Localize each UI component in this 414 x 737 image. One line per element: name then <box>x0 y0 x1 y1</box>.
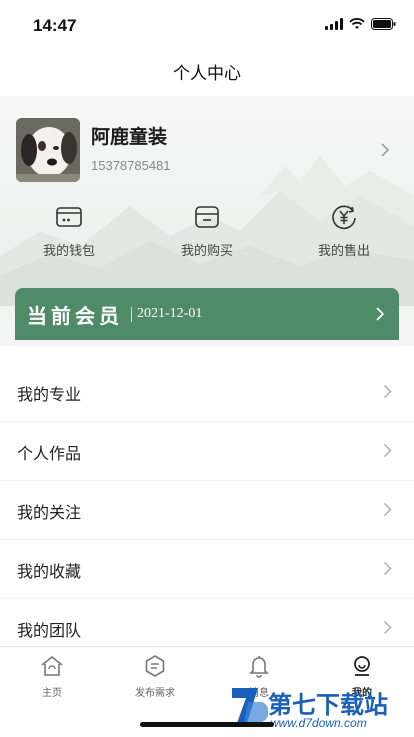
avatar[interactable] <box>16 118 80 182</box>
quick-action-label: 我的钱包 <box>42 244 95 259</box>
purchase-box-icon <box>195 206 219 228</box>
chevron-right-icon <box>384 562 392 575</box>
publish-icon <box>145 655 165 677</box>
chevron-right-icon[interactable] <box>380 142 390 158</box>
profile-icon <box>354 656 370 676</box>
my-purchase-button[interactable]: 我的购买 <box>167 202 247 259</box>
watermark-text: 第七下载站 <box>268 691 388 719</box>
menu-item-my-specialty[interactable]: 我的专业 <box>0 363 414 422</box>
quick-action-label: 我的购买 <box>180 244 233 259</box>
chevron-right-icon <box>384 444 392 457</box>
membership-title: 当前会员 <box>27 304 123 328</box>
menu-item-label: 个人作品 <box>17 444 82 463</box>
wifi-icon <box>349 18 365 29</box>
status-icons <box>325 18 396 30</box>
membership-card[interactable]: 当前会员 2021-12-01 <box>15 288 399 340</box>
user-phone: 15378785481 <box>91 158 171 173</box>
quick-action-label: 我的售出 <box>317 244 370 259</box>
yen-coin-icon <box>332 205 356 230</box>
status-bar: 14:47 <box>0 0 414 52</box>
wallet-icon <box>56 207 82 227</box>
my-sales-button[interactable]: 我的售出 <box>304 202 384 259</box>
tab-label: 发布需求 <box>135 688 175 699</box>
nav-bar: 个人中心 <box>0 52 414 96</box>
status-time: 14:47 <box>33 16 77 35</box>
page-title: 个人中心 <box>173 64 241 84</box>
tab-publish[interactable]: 发布需求 <box>115 653 195 699</box>
tab-home[interactable]: 主页 <box>12 653 92 699</box>
menu-item-label: 我的关注 <box>17 503 82 522</box>
my-wallet-button[interactable]: 我的钱包 <box>29 202 109 259</box>
battery-icon <box>371 18 396 30</box>
cellular-signal-icon <box>325 18 343 30</box>
watermark: 第七下载站 www.d7down.com <box>226 680 414 736</box>
membership-divider <box>131 307 132 322</box>
menu-item-my-follows[interactable]: 我的关注 <box>0 481 414 540</box>
chevron-right-icon <box>384 385 392 398</box>
home-icon <box>41 655 63 676</box>
menu-item-label: 我的团队 <box>17 621 82 640</box>
user-name: 阿鹿童装 <box>91 126 168 148</box>
bell-icon <box>249 656 269 678</box>
chevron-right-icon <box>384 503 392 516</box>
chevron-right-icon <box>376 307 385 321</box>
menu-item-label: 我的专业 <box>17 385 82 404</box>
chevron-right-icon <box>384 621 392 634</box>
menu-item-label: 我的收藏 <box>17 562 82 581</box>
home-indicator <box>140 722 274 727</box>
menu-item-personal-works[interactable]: 个人作品 <box>0 422 414 481</box>
menu-list: 我的专业 个人作品 我的关注 我的收藏 我的团队 <box>0 363 414 658</box>
membership-date: 2021-12-01 <box>137 306 203 321</box>
tab-label: 主页 <box>42 688 62 699</box>
puppy-avatar-image <box>16 118 80 182</box>
menu-item-my-favorites[interactable]: 我的收藏 <box>0 540 414 599</box>
watermark-url: www.d7down.com <box>270 716 367 730</box>
